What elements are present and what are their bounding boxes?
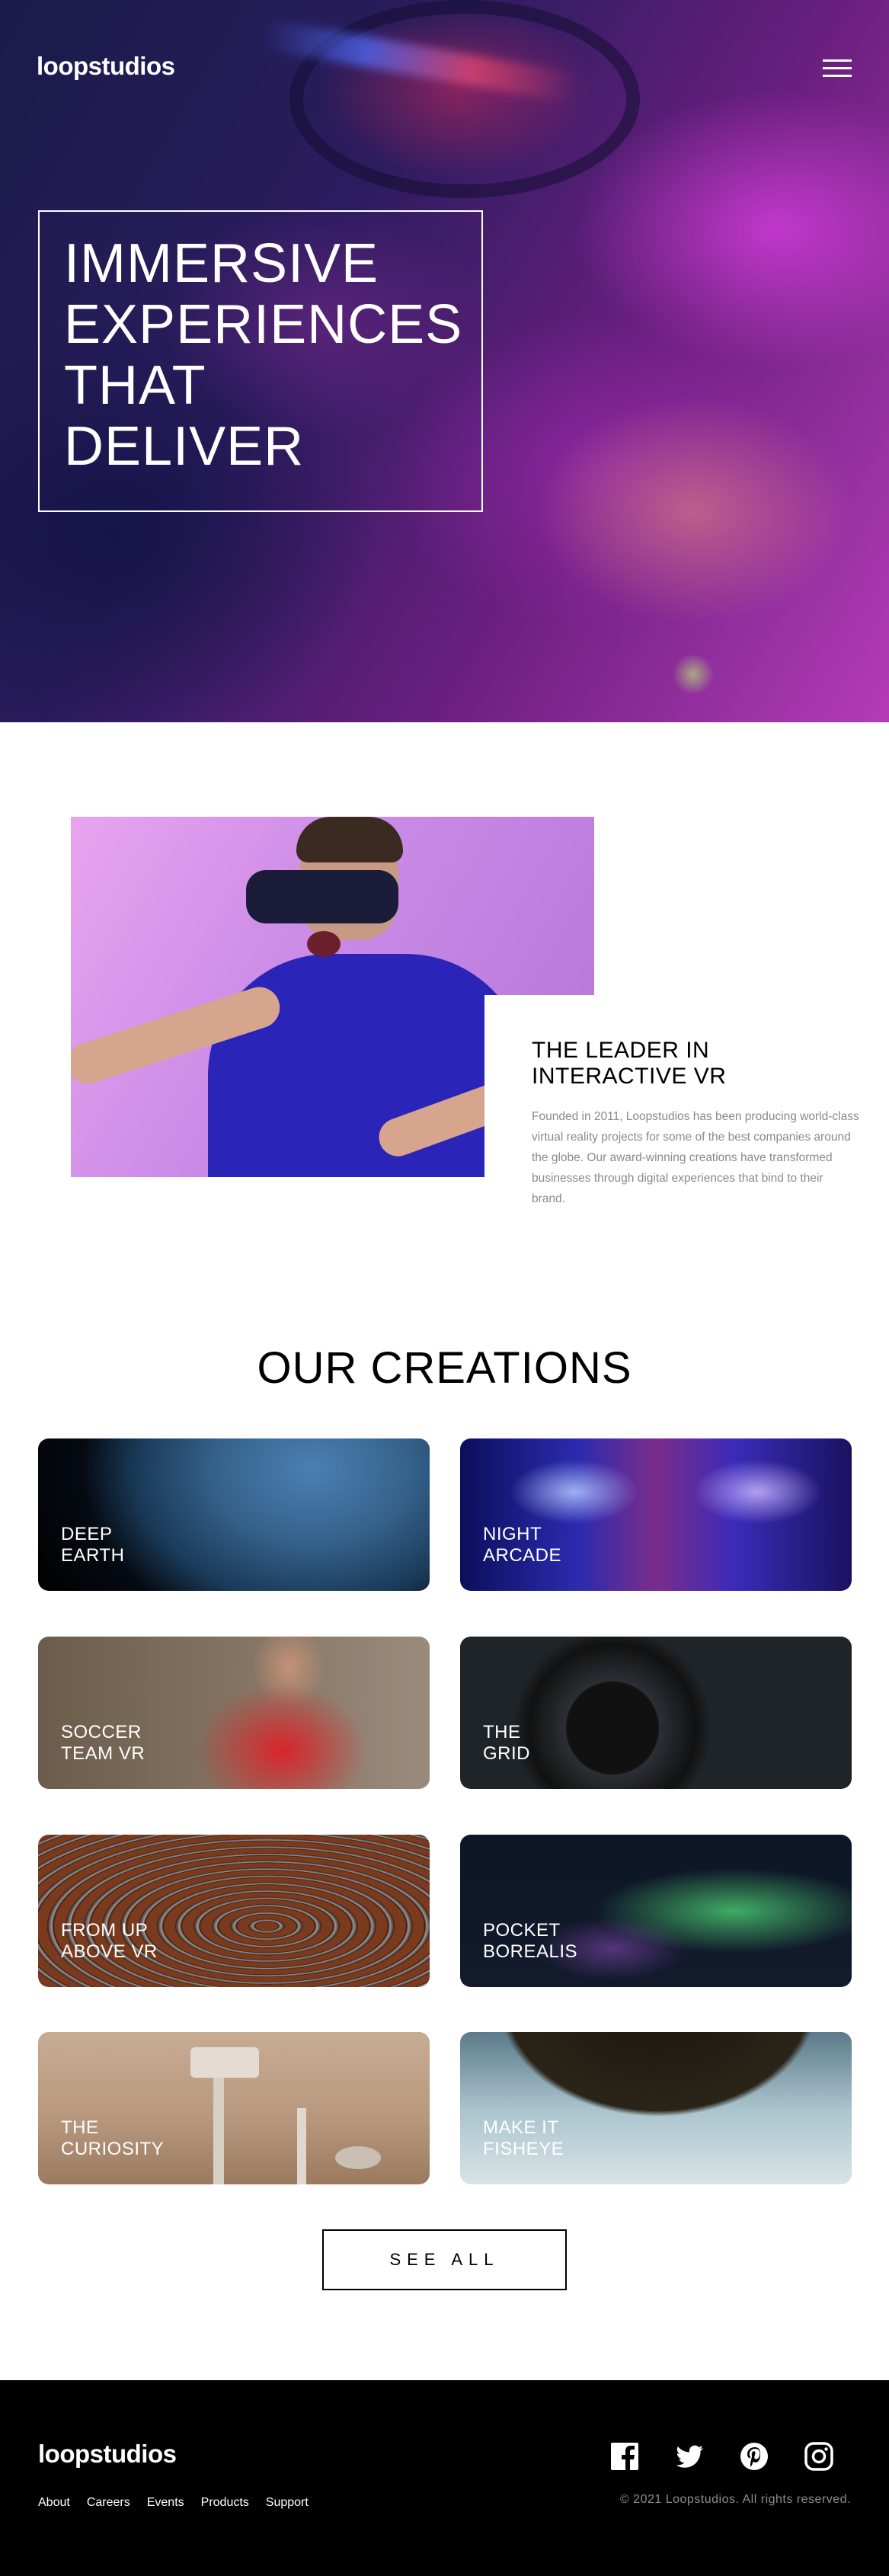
hero-background-light — [533, 396, 853, 625]
hero-background-light — [670, 655, 716, 693]
image-mouth — [307, 931, 341, 957]
card-label-line: THE — [483, 1722, 521, 1742]
creation-card-label: NIGHT ARCADE — [483, 1524, 561, 1566]
card-label-line: THE — [61, 2117, 99, 2138]
creation-card-label: POCKET BOREALIS — [483, 1920, 577, 1963]
hero-section: loopstudios IMMERSIVE EXPERIENCES THAT D… — [0, 0, 889, 722]
hero-title-line: DELIVER — [64, 416, 305, 477]
card-label-line: MAKE IT — [483, 2117, 559, 2138]
twitter-icon[interactable] — [674, 2441, 705, 2472]
image-rover-part — [335, 2146, 381, 2169]
about-card: THE LEADER IN INTERACTIVE VR Founded in … — [484, 995, 889, 1231]
footer-link-about[interactable]: About — [38, 2496, 70, 2510]
footer-link-support[interactable]: Support — [266, 2496, 309, 2510]
hero-title: IMMERSIVE EXPERIENCES THAT DELIVER — [64, 233, 463, 477]
menu-hamburger-icon[interactable] — [823, 59, 852, 79]
card-label-line: CURIOSITY — [61, 2139, 165, 2159]
footer-link-products[interactable]: Products — [201, 2496, 249, 2510]
footer-link-events[interactable]: Events — [147, 2496, 184, 2510]
creation-card-label: THE CURIOSITY — [61, 2117, 164, 2160]
hero-title-line: THAT — [64, 355, 206, 416]
card-label-line: BOREALIS — [483, 1941, 578, 1962]
hero-title-box: IMMERSIVE EXPERIENCES THAT DELIVER — [38, 210, 483, 512]
creation-card-label: FROM UP ABOVE VR — [61, 1920, 158, 1963]
card-label-line: ARCADE — [483, 1545, 562, 1566]
card-label-line: GRID — [483, 1743, 530, 1764]
footer-logo[interactable]: loopstudios — [38, 2440, 177, 2469]
hamburger-bar — [823, 67, 852, 69]
see-all-button[interactable]: SEE ALL — [322, 2229, 567, 2290]
image-rover-part — [190, 2047, 259, 2078]
card-label-line: ABOVE VR — [61, 1941, 158, 1962]
hamburger-bar — [823, 59, 852, 62]
footer-link-careers[interactable]: Careers — [87, 2496, 130, 2510]
card-label-line: FROM UP — [61, 1920, 149, 1941]
card-label-line: EARTH — [61, 1545, 125, 1566]
creation-card-label: MAKE IT FISHEYE — [483, 2117, 564, 2160]
card-label-line: SOCCER — [61, 1722, 142, 1742]
creation-card-label: DEEP EARTH — [61, 1524, 124, 1566]
hero-background-shape — [289, 0, 640, 198]
creation-card-soccer-team-vr[interactable]: SOCCER TEAM VR — [38, 1637, 430, 1789]
pinterest-icon[interactable] — [739, 2441, 769, 2472]
creation-card-make-it-fisheye[interactable]: MAKE IT FISHEYE — [460, 2032, 852, 2184]
creation-card-pocket-borealis[interactable]: POCKET BOREALIS — [460, 1835, 852, 1987]
card-label-line: DEEP — [61, 1524, 113, 1544]
creation-card-the-grid[interactable]: THE GRID — [460, 1637, 852, 1789]
creation-card-deep-earth[interactable]: DEEP EARTH — [38, 1438, 430, 1591]
creation-card-night-arcade[interactable]: NIGHT ARCADE — [460, 1438, 852, 1591]
image-rover-part — [213, 2078, 224, 2184]
card-label-line: POCKET — [483, 1920, 561, 1941]
footer-nav: About Careers Events Products Support — [38, 2496, 309, 2510]
hero-title-line: IMMERSIVE — [64, 233, 379, 294]
about-text: Founded in 2011, Loopstudios has been pr… — [532, 1110, 859, 1205]
card-label-line: FISHEYE — [483, 2139, 564, 2159]
hero-title-line: EXPERIENCES — [64, 294, 463, 355]
creation-card-from-up-above-vr[interactable]: FROM UP ABOVE VR — [38, 1835, 430, 1987]
hamburger-bar — [823, 75, 852, 77]
facebook-icon[interactable] — [609, 2441, 640, 2472]
instagram-icon[interactable] — [804, 2441, 834, 2472]
creation-card-the-curiosity[interactable]: THE CURIOSITY — [38, 2032, 430, 2184]
vr-headset — [246, 870, 398, 923]
card-label-line: TEAM VR — [61, 1743, 146, 1764]
image-rover-part — [297, 2108, 306, 2184]
about-title: THE LEADER IN INTERACTIVE VR — [532, 1038, 727, 1089]
creation-card-label: THE GRID — [483, 1722, 530, 1765]
card-label-line: NIGHT — [483, 1524, 542, 1544]
footer: loopstudios About Careers Events Product… — [0, 2380, 889, 2576]
image-hair — [296, 817, 403, 862]
site-logo[interactable]: loopstudios — [37, 52, 175, 81]
creation-card-label: SOCCER TEAM VR — [61, 1722, 145, 1765]
creations-title: OUR CREATIONS — [257, 1343, 632, 1393]
copyright-text: © 2021 Loopstudios. All rights reserved. — [619, 2493, 851, 2506]
